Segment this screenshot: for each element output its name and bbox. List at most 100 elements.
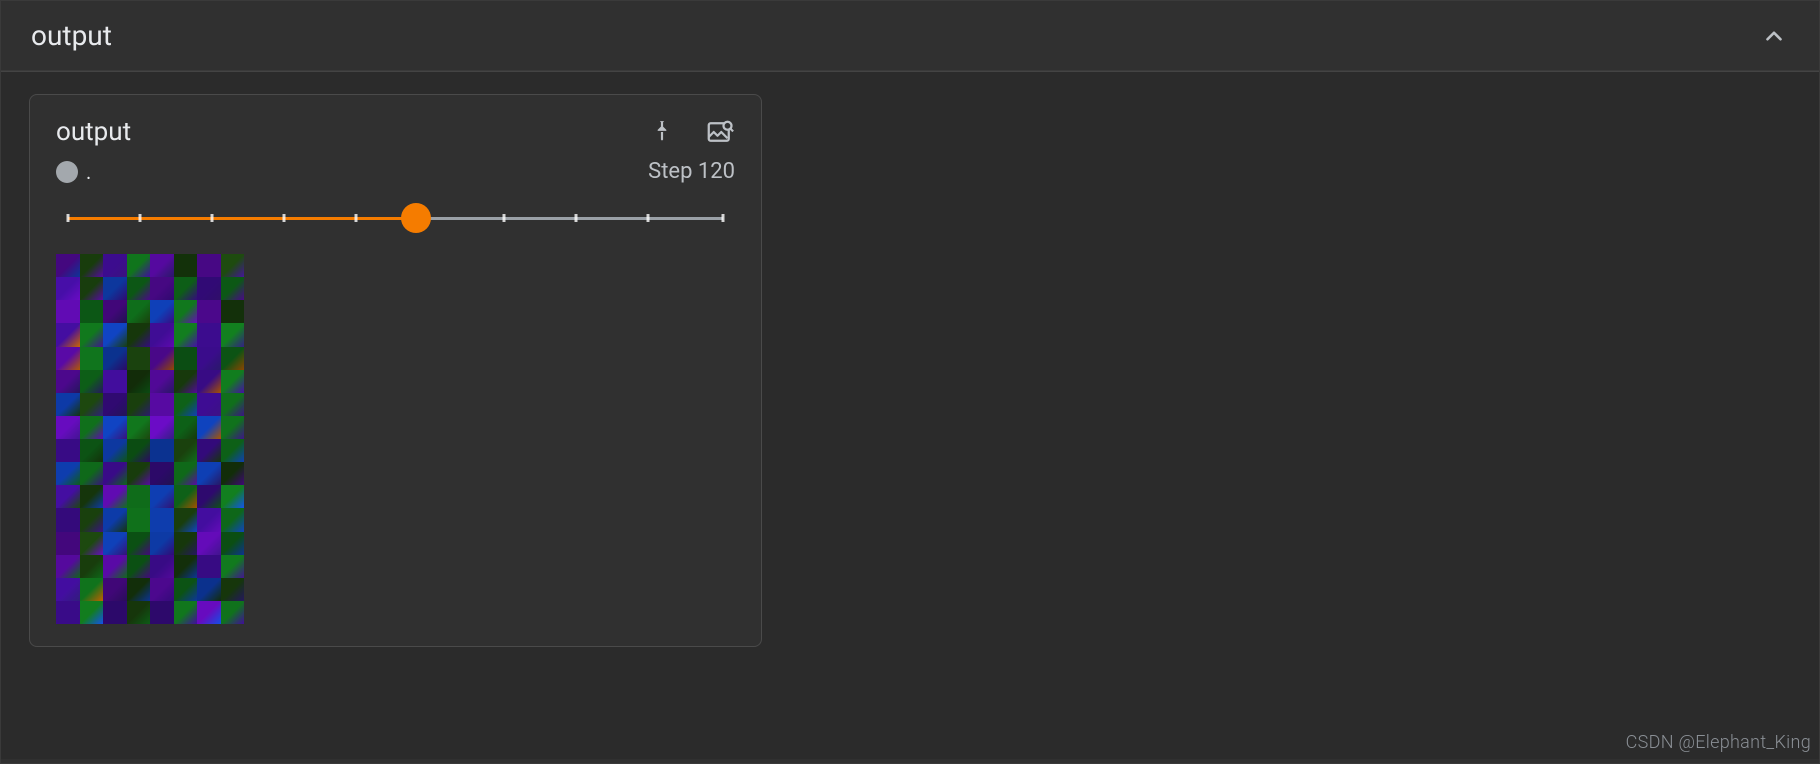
image-cell: [174, 416, 198, 439]
image-cell: [103, 323, 127, 346]
image-cell: [103, 254, 127, 277]
image-cell: [174, 300, 198, 323]
image-cell: [127, 370, 151, 393]
pin-icon: [649, 119, 675, 145]
image-cell: [197, 508, 221, 531]
image-cell: [127, 277, 151, 300]
image-cell: [103, 347, 127, 370]
image-cell: [174, 532, 198, 555]
image-cell: [56, 439, 80, 462]
image-cell: [197, 462, 221, 485]
image-cell: [103, 439, 127, 462]
chevron-up-icon: [1761, 23, 1787, 49]
image-cell: [80, 485, 104, 508]
image-cell: [221, 532, 245, 555]
image-cell: [80, 277, 104, 300]
image-cell: [174, 508, 198, 531]
slider-track: [68, 217, 723, 220]
image-cell: [103, 601, 127, 624]
image-cell: [80, 416, 104, 439]
image-cell: [127, 323, 151, 346]
image-cell: [80, 601, 104, 624]
image-cell: [127, 347, 151, 370]
slider-tick: [574, 214, 577, 222]
step-slider[interactable]: [56, 198, 735, 238]
image-cell: [56, 393, 80, 416]
image-cell: [103, 508, 127, 531]
image-cell: [56, 300, 80, 323]
image-cell: [197, 416, 221, 439]
image-cell: [197, 578, 221, 601]
image-cell: [80, 439, 104, 462]
image-cell: [80, 254, 104, 277]
pin-button[interactable]: [647, 117, 677, 147]
image-cell: [80, 300, 104, 323]
card-title: output: [56, 117, 131, 147]
image-cell: [80, 555, 104, 578]
image-cell: [221, 416, 245, 439]
image-cell: [150, 416, 174, 439]
image-cell: [221, 370, 245, 393]
card-meta-row: . Step 120: [56, 159, 735, 184]
image-cell: [150, 578, 174, 601]
image-cell: [221, 300, 245, 323]
image-cell: [127, 393, 151, 416]
image-cell: [150, 277, 174, 300]
image-cell: [174, 555, 198, 578]
image-cell: [150, 347, 174, 370]
panel-body: output: [1, 71, 1819, 759]
image-cell: [174, 347, 198, 370]
image-cell: [56, 485, 80, 508]
image-cell: [197, 555, 221, 578]
image-cell: [150, 485, 174, 508]
image-cell: [80, 578, 104, 601]
actual-size-button[interactable]: [705, 117, 735, 147]
image-cell: [80, 370, 104, 393]
image-cell: [103, 393, 127, 416]
image-cell: [221, 277, 245, 300]
image-cell: [103, 485, 127, 508]
image-cell: [56, 555, 80, 578]
image-cell: [197, 439, 221, 462]
image-cell: [221, 508, 245, 531]
image-cell: [150, 439, 174, 462]
image-cell: [103, 277, 127, 300]
output-image[interactable]: [56, 254, 244, 624]
slider-fill: [68, 217, 415, 220]
image-cell: [150, 300, 174, 323]
slider-thumb[interactable]: [401, 203, 431, 233]
image-cell: [80, 347, 104, 370]
image-cell: [174, 370, 198, 393]
card-header: output: [56, 117, 735, 147]
image-cell: [221, 323, 245, 346]
image-cell: [103, 300, 127, 323]
image-cell: [174, 323, 198, 346]
image-cell: [127, 462, 151, 485]
step-label: Step 120: [648, 159, 735, 184]
image-cell: [174, 439, 198, 462]
image-cell: [103, 555, 127, 578]
image-cell: [221, 578, 245, 601]
image-cell: [127, 300, 151, 323]
run-color-dot[interactable]: [56, 161, 78, 183]
image-cell: [56, 347, 80, 370]
card-actions: [647, 117, 735, 147]
image-cell: [56, 416, 80, 439]
image-cell: [127, 416, 151, 439]
image-cell: [56, 254, 80, 277]
collapse-toggle[interactable]: [1759, 21, 1789, 51]
panel-header: output: [1, 1, 1819, 71]
image-cell: [221, 439, 245, 462]
image-cell: [197, 532, 221, 555]
image-cell: [150, 601, 174, 624]
image-cell: [174, 578, 198, 601]
image-cell: [80, 462, 104, 485]
image-cell: [56, 601, 80, 624]
output-panel: output output: [0, 0, 1820, 764]
image-cell: [197, 323, 221, 346]
run-name: .: [86, 160, 91, 184]
image-cell: [80, 508, 104, 531]
image-cell: [197, 601, 221, 624]
image-cell: [197, 370, 221, 393]
image-cell: [103, 532, 127, 555]
